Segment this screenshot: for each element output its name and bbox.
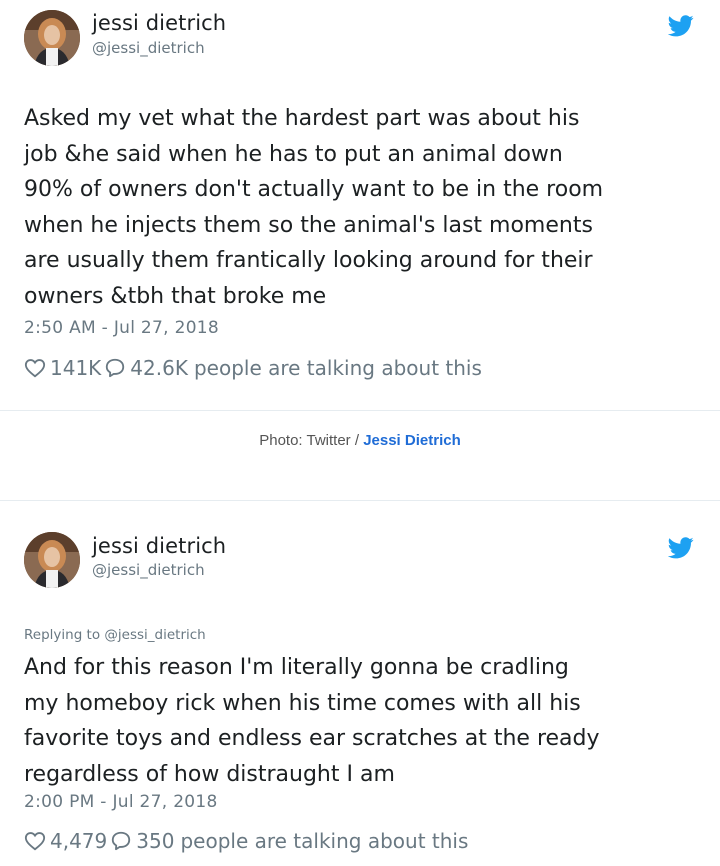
like-count[interactable]: 4,479 [50,829,107,853]
divider [0,410,720,411]
tweet-text: Asked my vet what the hardest part was a… [24,106,604,309]
twitter-bird-icon[interactable] [667,15,694,37]
reply-count[interactable]: 42.6K [130,356,188,380]
heart-icon[interactable] [24,830,46,852]
tweet-text: And for this reason I'm literally gonna … [24,655,600,787]
display-name[interactable]: jessi dietrich [92,11,226,35]
speech-bubble-icon[interactable] [104,357,126,379]
tweet-card-1: jessi dietrich @jessi_dietrich Asked my … [0,0,720,410]
divider [0,500,720,501]
display-name[interactable]: jessi dietrich [92,534,226,558]
tweet-timestamp[interactable]: 2:50 AM - Jul 27, 2018 [24,318,219,338]
talking-label[interactable]: people are talking about this [180,829,468,853]
twitter-bird-icon[interactable] [667,537,694,559]
speech-bubble-icon[interactable] [110,830,132,852]
tweet-actions: 4,479 350 people are talking about this [24,829,468,853]
user-avatar[interactable] [24,532,80,588]
user-handle[interactable]: @jessi_dietrich [92,561,205,579]
talking-label[interactable]: people are talking about this [194,356,482,380]
like-count[interactable]: 141K [50,356,101,380]
user-handle[interactable]: @jessi_dietrich [92,39,205,57]
replying-to-label[interactable]: Replying to @jessi_dietrich [24,627,206,643]
heart-icon[interactable] [24,357,46,379]
tweet-card-2: jessi dietrich @jessi_dietrich Replying … [0,520,720,866]
user-avatar[interactable] [24,10,80,66]
tweet-timestamp[interactable]: 2:00 PM - Jul 27, 2018 [24,792,218,812]
photo-credit-prefix: Photo: Twitter / [259,432,364,449]
photo-credit: Photo: Twitter / Jessi Dietrich [0,432,720,449]
reply-count[interactable]: 350 [136,829,174,853]
photo-credit-source-link[interactable]: Jessi Dietrich [363,432,461,449]
tweet-actions: 141K 42.6K people are talking about this [24,356,482,380]
